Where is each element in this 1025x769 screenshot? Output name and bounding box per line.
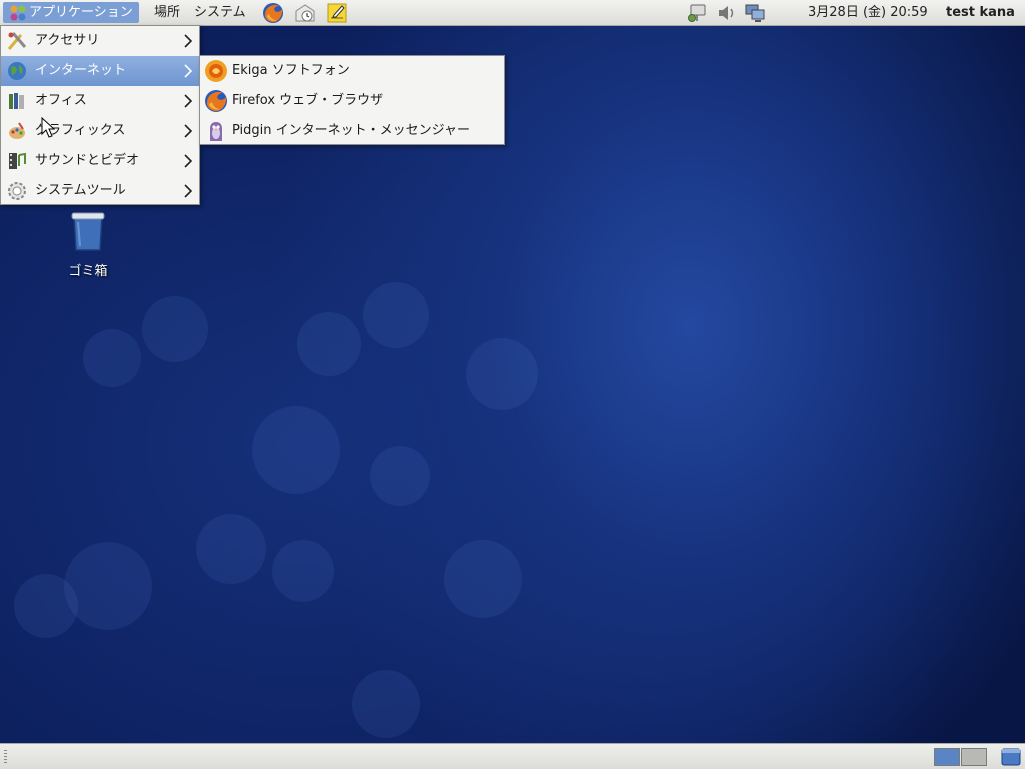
menu-item-label: Firefox ウェブ・ブラウザ: [232, 93, 384, 108]
fedora-logo-icon: [10, 5, 26, 21]
menu-item-pidgin[interactable]: Pidgin インターネット・メッセンジャー: [200, 116, 504, 146]
note-edit-icon[interactable]: [325, 1, 349, 25]
menu-item-sound-video[interactable]: サウンドとビデオ: [1, 146, 199, 176]
firefox-icon[interactable]: [261, 1, 285, 25]
menu-item-office[interactable]: オフィス: [1, 86, 199, 116]
top-panel: アプリケーション 場所 システム 3月28日 (金) 20:59 test ka…: [0, 0, 1025, 26]
system-menu-button[interactable]: システム: [188, 2, 252, 23]
mouse-cursor-icon: [41, 117, 55, 138]
workspace-2[interactable]: [961, 748, 987, 766]
clock[interactable]: 3月28日 (金) 20:59: [808, 0, 928, 26]
trash-icon: [71, 212, 105, 251]
chevron-right-icon: [184, 154, 193, 168]
bottom-panel: [0, 743, 1025, 769]
menu-item-label: インターネット: [35, 63, 127, 78]
menu-item-label: Ekiga ソフトフォン: [232, 63, 350, 78]
accessories-icon: [7, 32, 27, 50]
chevron-right-icon: [184, 124, 193, 138]
firefox-icon: [205, 90, 227, 112]
workspace-1[interactable]: [934, 748, 960, 766]
volume-icon[interactable]: [716, 3, 738, 23]
internet-globe-icon: [8, 62, 26, 80]
trash-desktop-icon[interactable]: ゴミ箱: [58, 210, 118, 279]
show-desktop-icon[interactable]: [1001, 747, 1021, 767]
ekiga-icon: [205, 60, 227, 82]
pidgin-icon: [210, 122, 222, 141]
internet-submenu: Ekiga ソフトフォン Firefox ウェブ・ブラウザ Pidgin インタ…: [199, 55, 505, 145]
display-icon[interactable]: [744, 3, 766, 23]
menu-item-accessories[interactable]: アクセサリ: [1, 26, 199, 56]
network-icon[interactable]: [687, 3, 709, 23]
places-menu-button[interactable]: 場所: [148, 2, 186, 23]
menu-item-ekiga[interactable]: Ekiga ソフトフォン: [200, 56, 504, 86]
mail-clock-icon[interactable]: [293, 1, 317, 25]
sound-video-icon: [9, 152, 26, 169]
graphics-icon: [9, 122, 25, 139]
menu-item-label: サウンドとビデオ: [35, 153, 140, 168]
chevron-right-icon: [184, 184, 193, 198]
menu-item-internet[interactable]: インターネット: [1, 56, 199, 86]
chevron-right-icon: [184, 64, 193, 78]
chevron-right-icon: [184, 34, 193, 48]
user-name[interactable]: test kana: [946, 0, 1015, 25]
panel-handle[interactable]: [4, 750, 7, 764]
menu-item-label: システムツール: [35, 183, 126, 198]
applications-menu: アクセサリ インターネット オフィス グラフィックス サウンドとビデオ システム…: [0, 25, 200, 205]
menu-item-label: アクセサリ: [35, 33, 100, 48]
office-icon: [9, 93, 24, 109]
trash-label: ゴミ箱: [68, 264, 108, 279]
applications-menu-button[interactable]: アプリケーション: [3, 2, 139, 23]
menu-item-firefox[interactable]: Firefox ウェブ・ブラウザ: [200, 86, 504, 116]
menu-item-label: Pidgin インターネット・メッセンジャー: [232, 123, 471, 138]
system-tools-icon: [8, 182, 26, 200]
applications-menu-label: アプリケーション: [29, 5, 133, 20]
menu-item-system-tools[interactable]: システムツール: [1, 176, 199, 206]
menu-item-graphics[interactable]: グラフィックス: [1, 116, 199, 146]
menu-item-label: オフィス: [35, 93, 87, 108]
chevron-right-icon: [184, 94, 193, 108]
